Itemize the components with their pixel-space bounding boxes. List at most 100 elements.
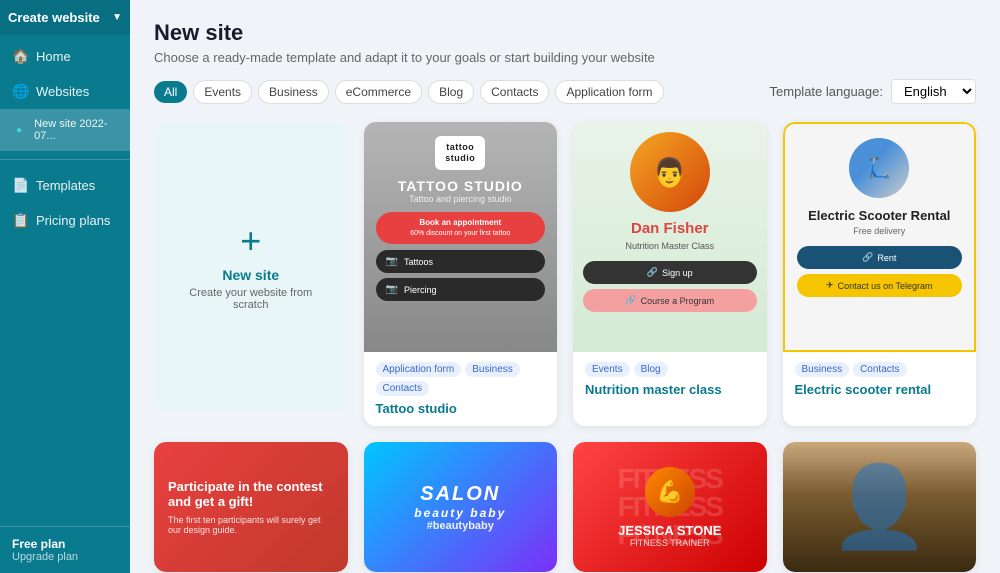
scooter-rent-button: 🔗 Rent xyxy=(797,246,963,269)
contest-title: Participate in the contest and get a gif… xyxy=(168,479,334,509)
filter-bar: All Events Business eCommerce Blog Conta… xyxy=(154,79,976,104)
scooter-telegram-button: ✈ Contact us on Telegram xyxy=(797,274,963,297)
nutrition-preview: 👨 Dan Fisher Nutrition Master Class 🔗 Si… xyxy=(573,122,767,352)
template-grid: + New site Create your website from scra… xyxy=(154,122,976,426)
nutrition-person-name: Dan Fisher xyxy=(631,220,709,237)
sidebar-item-home[interactable]: 🏠 Home xyxy=(0,39,130,74)
create-website-button[interactable]: Create website ▼ xyxy=(0,0,130,35)
scooter-preview-container: 🛴 Electric Scooter Rental Free delivery … xyxy=(783,122,977,352)
template-card-contest[interactable]: Participate in the contest and get a gif… xyxy=(154,442,348,572)
course-label: Course a Program xyxy=(641,296,715,306)
pricing-icon: 📋 xyxy=(12,212,28,229)
tag-business: Business xyxy=(465,362,520,377)
sidebar-pricing-label: Pricing plans xyxy=(36,213,110,228)
template-language-selector: Template language: English Spanish Frenc… xyxy=(770,79,976,104)
tattoo-tags: Application form Business Contacts xyxy=(376,362,546,396)
tattoo-subtitle: Tattoo and piercing studio xyxy=(409,194,512,204)
filter-blog[interactable]: Blog xyxy=(428,80,474,104)
filter-events[interactable]: Events xyxy=(193,80,252,104)
template-card-tattoo[interactable]: tattoostudio TATTOO STUDIO Tattoo and pi… xyxy=(364,122,558,426)
instagram-icon-2: 📷 xyxy=(386,284,398,295)
sidebar-templates-label: Templates xyxy=(36,178,95,193)
fitness-person-avatar: 💪 xyxy=(645,467,695,517)
dropdown-arrow-icon: ▼ xyxy=(112,12,122,23)
tattoo-card-footer: Application form Business Contacts Tatto… xyxy=(364,352,558,426)
tattoo-btn2-label: Piercing xyxy=(404,285,437,295)
tag-business-2: Business xyxy=(795,362,850,377)
templates-icon: 📄 xyxy=(12,177,28,194)
tag-blog: Blog xyxy=(634,362,668,377)
nutrition-person-image: 👨 xyxy=(630,132,710,212)
sidebar-item-pricing[interactable]: 📋 Pricing plans xyxy=(0,203,130,238)
tag-application-form: Application form xyxy=(376,362,462,377)
nutrition-class-label: Nutrition Master Class xyxy=(625,241,714,251)
template-card-fitness[interactable]: FITNESSFITNESSFITNESS 💪 JESSICA STONE FI… xyxy=(573,442,767,572)
rent-label: Rent xyxy=(877,253,896,263)
template-card-nutrition[interactable]: 👨 Dan Fisher Nutrition Master Class 🔗 Si… xyxy=(573,122,767,426)
scooter-title: Electric Scooter Rental xyxy=(808,208,950,223)
filter-contacts[interactable]: Contacts xyxy=(480,80,549,104)
template-card-beauty[interactable]: SALON beauty baby #beautybaby xyxy=(364,442,558,572)
nutrition-card-footer: Events Blog Nutrition master class xyxy=(573,352,767,407)
tattoo-cta-button: Book an appointment60% discount on your … xyxy=(376,212,546,245)
sidebar-item-templates[interactable]: 📄 Templates xyxy=(0,168,130,203)
tattoo-logo: tattoostudio xyxy=(435,136,485,170)
filter-business[interactable]: Business xyxy=(258,80,329,104)
sidebar-item-websites[interactable]: 🌐 Websites xyxy=(0,74,130,109)
template-language-label: Template language: xyxy=(770,84,883,99)
filter-all[interactable]: All xyxy=(154,81,187,103)
page-subtitle: Choose a ready-made template and adapt i… xyxy=(154,50,976,65)
person-silhouette: 👤 xyxy=(829,467,929,547)
sidebar-home-label: Home xyxy=(36,49,71,64)
tag-contacts: Contacts xyxy=(376,381,429,396)
portrait-image: 👤 xyxy=(783,442,977,572)
fitness-person-name: JESSICA STONE xyxy=(618,523,721,538)
fitness-person-role: FITNESS TRAINER xyxy=(630,538,710,548)
filter-ecommerce[interactable]: eCommerce xyxy=(335,80,422,104)
beauty-baby-text: beauty baby xyxy=(414,506,506,520)
language-dropdown[interactable]: English Spanish French xyxy=(891,79,976,104)
current-plan: Free plan xyxy=(12,537,118,551)
dot-icon: ● xyxy=(12,125,26,136)
template-card-scooter[interactable]: 🛴 Electric Scooter Rental Free delivery … xyxy=(783,122,977,426)
template-card-portrait[interactable]: 👤 xyxy=(783,442,977,572)
page-title: New site xyxy=(154,20,976,46)
scooter-template-name: Electric scooter rental xyxy=(795,382,965,397)
beauty-salon-text: SALON xyxy=(420,483,500,506)
telegram-label: Contact us on Telegram xyxy=(838,281,933,291)
contest-preview: Participate in the contest and get a gif… xyxy=(154,442,348,572)
second-row-templates: Participate in the contest and get a gif… xyxy=(154,442,976,572)
sidebar-item-current-site[interactable]: ● New site 2022-07... xyxy=(0,109,130,151)
scooter-subtitle: Free delivery xyxy=(853,226,905,236)
tag-events: Events xyxy=(585,362,630,377)
sidebar-nav: 🏠 Home 🌐 Websites ● New site 2022-07... … xyxy=(0,35,130,526)
portrait-preview: 👤 xyxy=(783,442,977,572)
new-site-card[interactable]: + New site Create your website from scra… xyxy=(154,122,348,412)
nutrition-course-button: 🔗 Course a Program xyxy=(583,289,757,312)
fitness-preview: FITNESSFITNESSFITNESS 💪 JESSICA STONE FI… xyxy=(573,442,767,572)
tattoo-preview: tattoostudio TATTOO STUDIO Tattoo and pi… xyxy=(364,122,558,352)
home-icon: 🏠 xyxy=(12,48,28,65)
filter-application-form[interactable]: Application form xyxy=(555,80,663,104)
scooter-card-footer: Business Contacts Electric scooter renta… xyxy=(783,352,977,407)
tag-contacts-2: Contacts xyxy=(853,362,906,377)
create-website-label: Create website xyxy=(8,10,100,25)
globe-icon: 🌐 xyxy=(12,83,28,100)
plus-icon: + xyxy=(240,223,261,259)
beauty-preview: SALON beauty baby #beautybaby xyxy=(364,442,558,572)
tattoo-btn-tattoos: 📷 Tattoos xyxy=(376,250,546,273)
tattoo-btn-piercing: 📷 Piercing xyxy=(376,278,546,301)
signup-label: Sign up xyxy=(662,268,693,278)
contest-subtitle: The first ten participants will surely g… xyxy=(168,515,334,535)
sidebar-current-site-label: New site 2022-07... xyxy=(34,118,118,142)
tattoo-title: TATTOO STUDIO xyxy=(398,178,523,194)
new-site-label: New site xyxy=(222,267,279,283)
sidebar-footer: Free plan Upgrade plan xyxy=(0,526,130,573)
upgrade-plan-link[interactable]: Upgrade plan xyxy=(12,551,118,563)
instagram-icon: 📷 xyxy=(386,256,398,267)
nutrition-tags: Events Blog xyxy=(585,362,755,377)
tattoo-template-name: Tattoo studio xyxy=(376,401,546,416)
beauty-hashtag: #beautybaby xyxy=(427,520,494,532)
sidebar-websites-label: Websites xyxy=(36,84,89,99)
nutrition-template-name: Nutrition master class xyxy=(585,382,755,397)
